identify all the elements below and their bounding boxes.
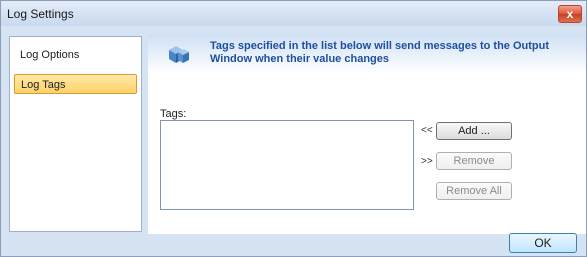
close-icon: x (566, 7, 574, 21)
log-settings-dialog: Log Settings x Log Options Log Tags Tags… (0, 0, 587, 257)
content-panel: Tags specified in the list below will se… (148, 34, 586, 234)
info-banner: Tags specified in the list below will se… (148, 34, 586, 74)
sidebar-item-log-tags[interactable]: Log Tags (14, 74, 137, 94)
ok-button[interactable]: OK (509, 233, 577, 253)
tags-label: Tags: (160, 108, 187, 120)
remove-all-button[interactable]: Remove All (436, 182, 512, 200)
title-bar: Log Settings x (1, 1, 586, 26)
add-button[interactable]: Add ... (436, 122, 512, 140)
settings-sidebar: Log Options Log Tags (9, 36, 142, 232)
sidebar-item-label: Log Options (20, 49, 80, 61)
close-button[interactable]: x (558, 5, 582, 23)
remove-button[interactable]: Remove (436, 152, 512, 170)
tags-listbox[interactable] (160, 120, 414, 210)
sidebar-item-label: Log Tags (21, 79, 66, 91)
tags-cube-icon (169, 46, 189, 63)
sidebar-item-log-options[interactable]: Log Options (14, 45, 137, 65)
add-arrow-icon: << (421, 125, 433, 136)
window-title: Log Settings (7, 7, 74, 21)
banner-message: Tags specified in the list below will se… (210, 40, 550, 65)
remove-arrow-icon: >> (421, 156, 433, 167)
